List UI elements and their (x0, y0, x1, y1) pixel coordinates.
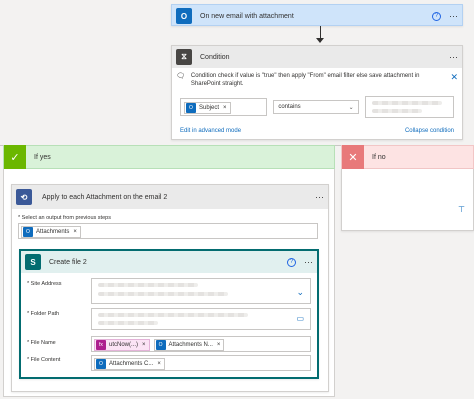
close-icon[interactable]: ✕ (450, 72, 458, 88)
if-yes-header[interactable]: ✓ If yes (3, 145, 335, 169)
outlook-icon: O (186, 103, 196, 113)
edit-advanced-link[interactable]: Edit in advanced mode (180, 128, 241, 134)
file-name-field[interactable]: fx utcNow(...) × O Attachments N... × (91, 336, 311, 352)
outlook-icon: O (96, 359, 106, 369)
insert-step-icon[interactable]: ⊤ (458, 205, 468, 215)
create-file-card[interactable]: S Create file 2 ? ··· * Site Address ⌄ *… (19, 249, 319, 379)
apply-each-more-button[interactable]: ··· (315, 192, 324, 202)
chevron-down-icon[interactable]: ⌄ (296, 287, 304, 298)
site-address-label: * Site Address (27, 281, 62, 287)
create-file-more-button[interactable]: ··· (304, 257, 313, 267)
condition-note: Condition check if value is "true" then … (190, 73, 420, 87)
operator-value: contains (278, 104, 301, 110)
select-output-label: * Select an output from previous steps (18, 215, 111, 221)
comment-icon: 🗨 (176, 73, 185, 80)
folder-icon[interactable]: ▭ (296, 314, 304, 323)
condition-more-button[interactable]: ··· (449, 52, 458, 62)
outlook-icon: O (23, 227, 33, 237)
create-file-title: Create file 2 (49, 258, 87, 266)
trigger-card[interactable]: O On new email with attachment ? ··· (171, 4, 463, 26)
if-no-label: If no (372, 153, 386, 161)
folder-path-field[interactable]: ▭ (91, 308, 311, 330)
if-no-body: ⊤ (341, 169, 474, 231)
flow-arrowhead (316, 38, 324, 43)
select-output-field[interactable]: O Attachments × (18, 223, 318, 239)
sharepoint-icon: S (25, 254, 41, 270)
attachments-token: Attachments (36, 229, 70, 235)
file-content-field[interactable]: O Attachments C... × (91, 355, 311, 371)
folder-path-label: * Folder Path (27, 311, 60, 317)
condition-card[interactable]: ⧖ Condition ··· 🗨 Condition check if val… (171, 45, 463, 140)
condition-title: Condition (200, 53, 230, 61)
site-address-field[interactable]: ⌄ (91, 278, 311, 304)
condition-right-field[interactable] (364, 96, 454, 118)
function-icon: fx (96, 340, 106, 350)
remove-token-icon[interactable]: × (217, 342, 221, 348)
remove-token-icon[interactable]: × (142, 342, 146, 348)
condition-icon: ⧖ (176, 49, 192, 65)
remove-token-icon[interactable]: × (157, 361, 161, 367)
remove-token-icon[interactable]: × (73, 229, 77, 235)
help-icon[interactable]: ? (287, 257, 296, 267)
utcnow-token: utcNow(...) (109, 342, 139, 348)
operator-select[interactable]: contains ⌄ (273, 100, 359, 114)
trigger-title: On new email with attachment (200, 12, 294, 20)
outlook-icon: O (155, 340, 166, 350)
close-icon: ✕ (342, 145, 364, 169)
file-content-label: * File Content (27, 357, 61, 363)
file-name-label: * File Name (27, 340, 56, 346)
chevron-down-icon: ⌄ (348, 104, 354, 111)
if-no-header[interactable]: ✕ If no (341, 145, 474, 169)
more-options-button[interactable]: ··· (449, 11, 458, 21)
attachments-content-token: Attachments C... (109, 361, 154, 367)
help-icon[interactable]: ? (432, 11, 441, 21)
condition-left-field[interactable]: O Subject × (180, 98, 268, 116)
if-yes-label: If yes (34, 153, 51, 161)
attachments-name-token: Attachments N... (168, 342, 213, 348)
loop-icon: ⟲ (16, 189, 32, 205)
apply-each-title: Apply to each Attachment on the email 2 (42, 193, 168, 201)
check-icon: ✓ (4, 145, 26, 169)
collapse-condition-link[interactable]: Collapse condition (405, 128, 454, 134)
remove-token-icon[interactable]: × (223, 105, 227, 111)
outlook-icon: O (176, 8, 192, 24)
subject-token: Subject (199, 105, 220, 111)
